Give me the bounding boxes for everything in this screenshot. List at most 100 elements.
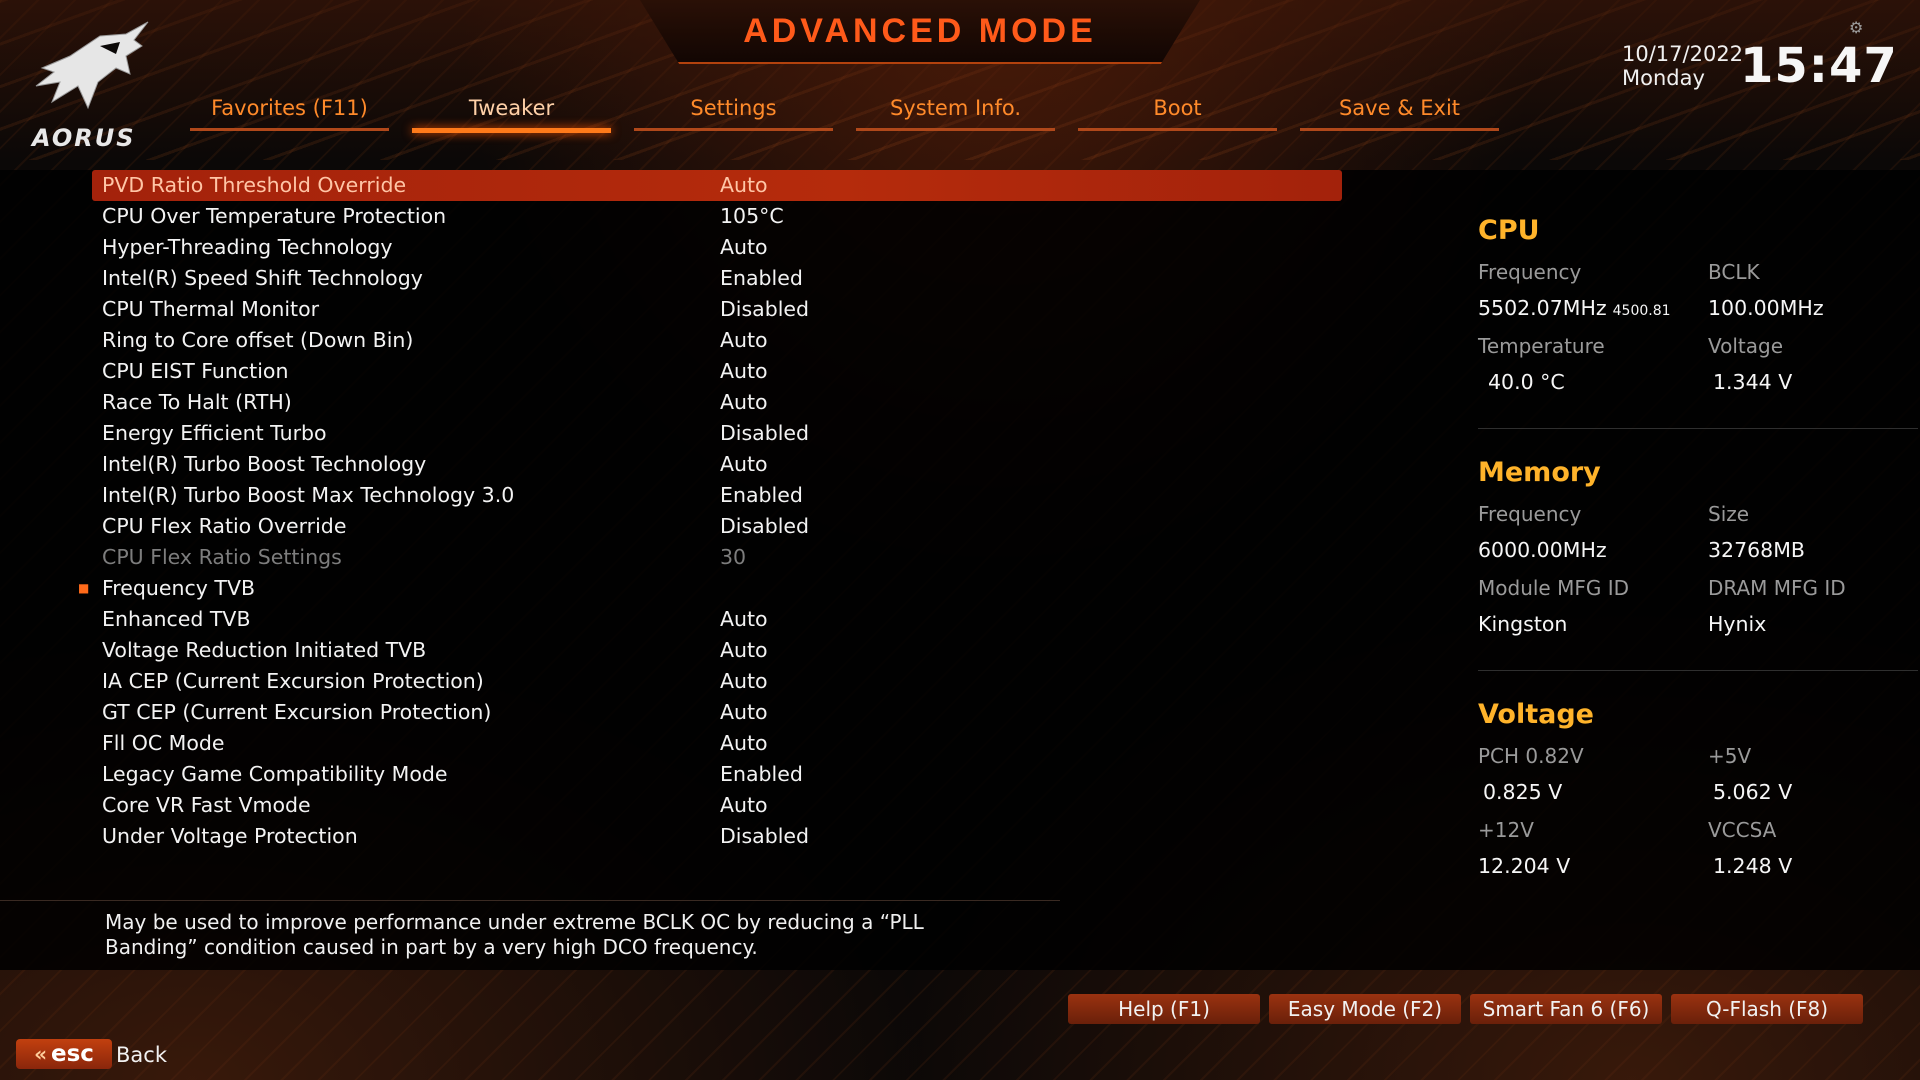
tab-underline bbox=[1078, 128, 1277, 131]
help-description: May be used to improve performance under… bbox=[105, 910, 924, 959]
setting-row-cpu-eist[interactable]: CPU EIST Function Auto bbox=[92, 356, 1342, 387]
setting-row-cpu-flex-ratio-override[interactable]: CPU Flex Ratio Override Disabled bbox=[92, 511, 1342, 542]
setting-label: CPU Thermal Monitor bbox=[102, 297, 320, 321]
submenu-frequency-tvb[interactable]: ■ Frequency TVB bbox=[78, 573, 1342, 604]
setting-label: IA CEP (Current Excursion Protection) bbox=[102, 669, 484, 693]
setting-value[interactable]: Enabled bbox=[720, 263, 803, 294]
tab-underline bbox=[1300, 128, 1499, 131]
clock-time: 15:47 bbox=[1740, 38, 1898, 94]
setting-label: Fll OC Mode bbox=[102, 731, 225, 755]
setting-value[interactable]: Auto bbox=[720, 728, 768, 759]
setting-row-turbo-boost-max-3[interactable]: Intel(R) Turbo Boost Max Technology 3.0 … bbox=[92, 480, 1342, 511]
voltage-section-title: Voltage bbox=[1478, 699, 1594, 730]
hardware-monitor-panel: CPU Frequency BCLK 5502.07MHz 4500.81 100… bbox=[1478, 215, 1918, 886]
setting-value[interactable]: Enabled bbox=[720, 480, 803, 511]
setting-value[interactable]: Auto bbox=[720, 666, 768, 697]
setting-label: Race To Halt (RTH) bbox=[102, 390, 292, 414]
setting-row-speed-shift[interactable]: Intel(R) Speed Shift Technology Enabled bbox=[92, 263, 1342, 294]
smart-fan-button[interactable]: Smart Fan 6 (F6) bbox=[1470, 994, 1662, 1024]
setting-row-gt-cep[interactable]: GT CEP (Current Excursion Protection) Au… bbox=[92, 697, 1342, 728]
setting-value[interactable]: Auto bbox=[720, 170, 768, 201]
setting-value[interactable]: Auto bbox=[720, 387, 768, 418]
cpu-section: CPU Frequency BCLK 5502.07MHz 4500.81 100… bbox=[1478, 215, 1918, 402]
back-label: Back bbox=[116, 1043, 167, 1067]
dram-mfg-id-label: DRAM MFG ID bbox=[1708, 576, 1846, 600]
setting-value[interactable]: Auto bbox=[720, 790, 768, 821]
setting-value: 30 bbox=[720, 545, 747, 569]
setting-row-cpu-flex-ratio-settings: CPU Flex Ratio Settings 30 bbox=[92, 542, 1342, 573]
setting-row-voltage-reduction-tvb[interactable]: Voltage Reduction Initiated TVB Auto bbox=[92, 635, 1342, 666]
setting-value[interactable]: Auto bbox=[720, 356, 768, 387]
setting-value[interactable]: Disabled bbox=[720, 821, 809, 852]
setting-row-ring-to-core-offset[interactable]: Ring to Core offset (Down Bin) Auto bbox=[92, 325, 1342, 356]
setting-label: Intel(R) Speed Shift Technology bbox=[102, 266, 423, 290]
tab-favorites[interactable]: Favorites (F11) bbox=[190, 96, 389, 133]
memory-frequency-label: Frequency bbox=[1478, 502, 1582, 526]
q-flash-button[interactable]: Q-Flash (F8) bbox=[1671, 994, 1863, 1024]
easy-mode-button[interactable]: Easy Mode (F2) bbox=[1269, 994, 1461, 1024]
setting-row-cpu-over-temperature-protection[interactable]: CPU Over Temperature Protection 105°C bbox=[92, 201, 1342, 232]
tab-settings[interactable]: Settings bbox=[634, 96, 833, 133]
tab-label: Save & Exit bbox=[1338, 96, 1461, 120]
setting-row-hyper-threading[interactable]: Hyper-Threading Technology Auto bbox=[92, 232, 1342, 263]
setting-row-cpu-thermal-monitor[interactable]: CPU Thermal Monitor Disabled bbox=[92, 294, 1342, 325]
setting-value[interactable]: Auto bbox=[720, 604, 768, 635]
day-text: Monday bbox=[1622, 66, 1705, 90]
voltage-section: Voltage PCH 0.82V +5V 0.825 V 5.062 V +1… bbox=[1478, 699, 1918, 886]
setting-value[interactable]: Auto bbox=[720, 697, 768, 728]
setting-label: Core VR Fast Vmode bbox=[102, 793, 311, 817]
function-key-bar: Help (F1) Easy Mode (F2) Smart Fan 6 (F6… bbox=[1068, 994, 1863, 1024]
setting-value[interactable]: Enabled bbox=[720, 759, 803, 790]
setting-label: CPU Flex Ratio Override bbox=[102, 514, 347, 538]
cpu-temperature-label: Temperature bbox=[1478, 334, 1605, 358]
setting-value[interactable]: Auto bbox=[720, 232, 768, 263]
tab-system-info[interactable]: System Info. bbox=[856, 96, 1055, 133]
pch-voltage-value: 0.825 V bbox=[1483, 780, 1563, 804]
tab-label: Boot bbox=[1153, 96, 1202, 120]
pch-voltage-label: PCH 0.82V bbox=[1478, 744, 1584, 768]
setting-row-pvd-ratio-threshold-override[interactable]: PVD Ratio Threshold Override Auto bbox=[92, 170, 1342, 201]
setting-value[interactable]: Disabled bbox=[720, 511, 809, 542]
setting-value[interactable]: Auto bbox=[720, 325, 768, 356]
setting-row-race-to-halt[interactable]: Race To Halt (RTH) Auto bbox=[92, 387, 1342, 418]
memory-size-label: Size bbox=[1708, 502, 1750, 526]
cpu-section-title: CPU bbox=[1478, 215, 1540, 246]
setting-label: Hyper-Threading Technology bbox=[102, 235, 393, 259]
12v-label: +12V bbox=[1478, 818, 1534, 842]
memory-size-value: 32768MB bbox=[1708, 538, 1805, 562]
tab-underline bbox=[190, 128, 389, 131]
setting-label: Intel(R) Turbo Boost Technology bbox=[102, 452, 427, 476]
setting-row-fll-oc-mode[interactable]: Fll OC Mode Auto bbox=[92, 728, 1342, 759]
setting-value[interactable]: Disabled bbox=[720, 418, 809, 449]
setting-row-turbo-boost[interactable]: Intel(R) Turbo Boost Technology Auto bbox=[92, 449, 1342, 480]
setting-value[interactable]: Disabled bbox=[720, 294, 809, 325]
esc-back-button[interactable]: «esc bbox=[16, 1039, 112, 1069]
panel-divider bbox=[1478, 428, 1918, 429]
setting-row-core-vr-fast-vmode[interactable]: Core VR Fast Vmode Auto bbox=[92, 790, 1342, 821]
setting-value[interactable]: Auto bbox=[720, 635, 768, 666]
setting-row-enhanced-tvb[interactable]: Enhanced TVB Auto bbox=[92, 604, 1342, 635]
setting-label: Energy Efficient Turbo bbox=[102, 421, 327, 445]
gear-icon[interactable]: ⚙ bbox=[1849, 18, 1863, 37]
tab-tweaker[interactable]: Tweaker bbox=[412, 96, 611, 133]
page-title: ADVANCED MODE bbox=[743, 12, 1097, 50]
tab-underline bbox=[634, 128, 833, 131]
tab-boot[interactable]: Boot bbox=[1078, 96, 1277, 133]
setting-value[interactable]: 105°C bbox=[720, 201, 784, 232]
setting-row-legacy-game-compat[interactable]: Legacy Game Compatibility Mode Enabled bbox=[92, 759, 1342, 790]
cpu-frequency-value: 5502.07MHz bbox=[1478, 296, 1607, 320]
help-button[interactable]: Help (F1) bbox=[1068, 994, 1260, 1024]
cpu-bclk-value: 100.00MHz bbox=[1708, 296, 1824, 320]
logo-text: AORUS bbox=[32, 124, 136, 152]
setting-row-ia-cep[interactable]: IA CEP (Current Excursion Protection) Au… bbox=[92, 666, 1342, 697]
setting-row-energy-efficient-turbo[interactable]: Energy Efficient Turbo Disabled bbox=[92, 418, 1342, 449]
tab-save-exit[interactable]: Save & Exit bbox=[1300, 96, 1499, 133]
dram-mfg-id-value: Hynix bbox=[1708, 612, 1767, 636]
cpu-frequency-sub-value: 4500.81 bbox=[1612, 303, 1671, 319]
setting-row-under-voltage-protection[interactable]: Under Voltage Protection Disabled bbox=[92, 821, 1342, 852]
memory-section-title: Memory bbox=[1478, 457, 1601, 488]
setting-value[interactable]: Auto bbox=[720, 449, 768, 480]
setting-label: CPU Over Temperature Protection bbox=[102, 204, 447, 228]
vccsa-label: VCCSA bbox=[1708, 818, 1777, 842]
cpu-voltage-label: Voltage bbox=[1708, 334, 1784, 358]
